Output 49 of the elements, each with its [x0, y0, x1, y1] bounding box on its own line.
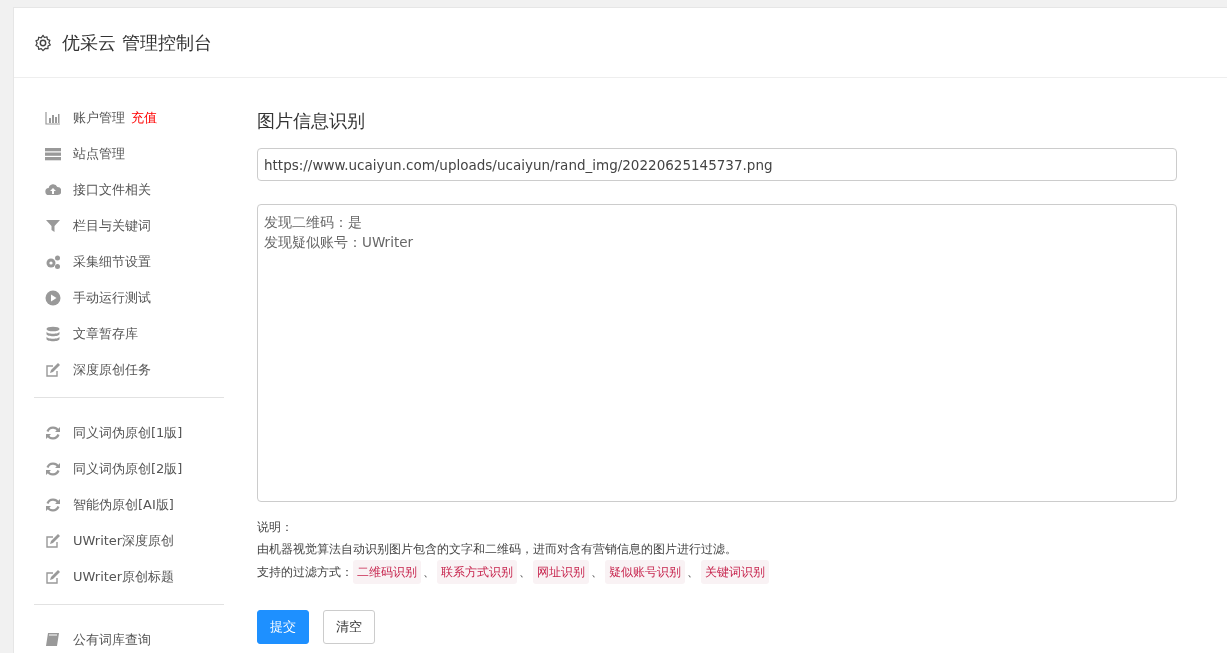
bar-chart-icon: [45, 110, 61, 126]
sidebar-item[interactable]: 手动运行测试: [73, 289, 151, 307]
edit-icon: [45, 569, 61, 585]
play-icon: [45, 290, 61, 306]
filter-tag: 疑似账号识别: [605, 560, 685, 584]
sidebar-item[interactable]: 同义词伪原创[1版]: [73, 424, 183, 442]
filter-tag: 关键词识别: [701, 560, 769, 584]
separator: 、: [423, 564, 435, 581]
result-line: 发现疑似账号：UWriter: [264, 233, 415, 252]
cloud-upload-icon: [45, 182, 61, 198]
console-title: 优采云 管理控制台: [62, 30, 212, 55]
clear-button[interactable]: 清空: [323, 610, 375, 644]
sidebar-item[interactable]: 智能伪原创[AI版]: [73, 496, 174, 514]
sidebar-item[interactable]: 深度原创任务: [73, 361, 151, 379]
sidebar-item[interactable]: 公有词库查询: [73, 631, 151, 649]
settings-icon: [34, 33, 52, 52]
refresh-icon: [45, 497, 61, 513]
recharge-link[interactable]: 充值: [131, 109, 157, 127]
refresh-icon: [45, 461, 61, 477]
sidebar-item[interactable]: UWriter原创标题: [73, 568, 175, 586]
filter-tag: 联系方式识别: [437, 560, 517, 584]
sidebar-item[interactable]: 同义词伪原创[2版]: [73, 460, 183, 478]
filter-icon: [45, 218, 61, 234]
filters-label: 支持的过滤方式：: [257, 564, 353, 581]
sidebar-item[interactable]: 采集细节设置: [73, 253, 151, 271]
refresh-icon: [45, 425, 61, 441]
server-icon: [45, 146, 61, 162]
book-icon: [45, 632, 61, 648]
separator: 、: [687, 564, 699, 581]
result-box[interactable]: 发现二维码：是 发现疑似账号：UWriter: [257, 204, 1177, 502]
url-field[interactable]: https://www.ucaiyun.com/uploads/ucaiyun/rand_img/20220625145737.png: [257, 148, 1177, 181]
edit-icon: [45, 533, 61, 549]
gears-icon: [45, 254, 61, 270]
notes-description: 由机器视觉算法自动识别图片包含的文字和二维码，进而对含有营销信息的图片进行过滤。: [257, 541, 738, 558]
filter-tag: 网址识别: [533, 560, 589, 584]
sidebar-item[interactable]: 文章暂存库: [73, 325, 138, 343]
sidebar-item[interactable]: 站点管理: [73, 145, 125, 163]
edit-icon: [45, 362, 61, 378]
section-title: 图片信息识别: [257, 109, 366, 133]
notes-heading: 说明：: [257, 519, 294, 536]
database-icon: [45, 326, 61, 342]
sidebar-item[interactable]: 账户管理: [73, 109, 125, 127]
result-line: 发现二维码：是: [264, 213, 363, 232]
separator: 、: [591, 564, 603, 581]
sidebar-item[interactable]: 栏目与关键词: [73, 217, 151, 235]
sidebar-item[interactable]: 接口文件相关: [73, 181, 151, 199]
filter-tag: 二维码识别: [353, 560, 421, 584]
separator: 、: [519, 564, 531, 581]
sidebar-item[interactable]: UWriter深度原创: [73, 532, 175, 550]
